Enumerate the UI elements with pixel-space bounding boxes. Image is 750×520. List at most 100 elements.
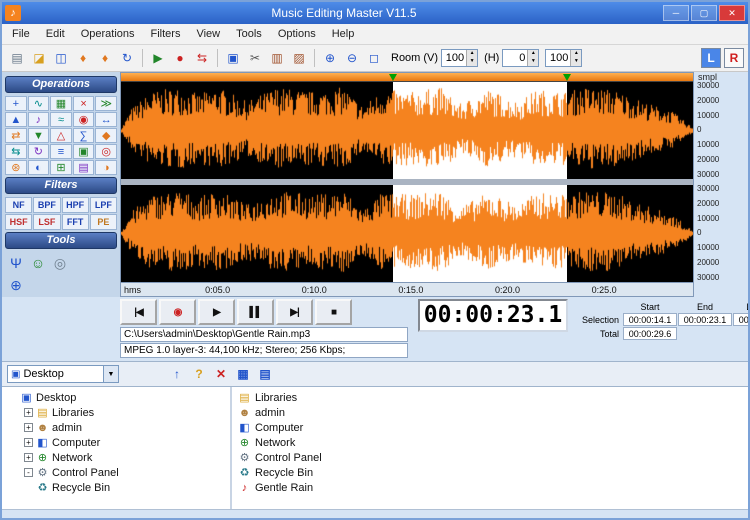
op-record-icon[interactable]: ◉ [73, 112, 95, 127]
op-angle-icon[interactable]: △ [50, 128, 72, 143]
filter-lsf-button[interactable]: LSF [33, 214, 60, 230]
tree-item-computer[interactable]: +◧Computer [2, 435, 230, 450]
op-swap-icon[interactable]: ↔ [95, 112, 117, 127]
zoom-in-icon[interactable]: ⊕ [319, 48, 341, 68]
tree-item-recycle-bin[interactable]: ♻Recycle Bin [2, 480, 230, 495]
left-channel-button[interactable]: L [701, 48, 721, 68]
tree-expand-box[interactable]: + [24, 423, 33, 432]
file-item-computer[interactable]: ◧Computer [238, 420, 748, 435]
op-drop-icon[interactable]: ▼ [28, 128, 50, 143]
op-move-icon[interactable]: + [5, 96, 27, 111]
tree-item-desktop[interactable]: ▣Desktop [2, 390, 230, 405]
menu-tools[interactable]: Tools [228, 25, 270, 43]
large-icons-view-button[interactable]: ▦ [233, 364, 253, 384]
op-delete-icon[interactable]: × [73, 96, 95, 111]
filter-hpf-button[interactable]: HPF [62, 197, 89, 213]
menu-view[interactable]: View [188, 25, 228, 43]
tools-header[interactable]: Tools [5, 232, 117, 249]
spinner-up-icon[interactable]: ▲ [571, 50, 581, 58]
filter-fft-button[interactable]: FFT [62, 214, 89, 230]
op-grid-icon[interactable]: ▦ [50, 96, 72, 111]
spinner-down-icon[interactable]: ▼ [571, 58, 581, 66]
op-contrast-icon[interactable]: ◑ [95, 160, 117, 175]
file-item-libraries[interactable]: ▤Libraries [238, 390, 748, 405]
op-shift-icon[interactable]: ⇆ [5, 144, 27, 159]
waveform-display[interactable] [121, 82, 693, 282]
op-note-icon[interactable]: ♪ [28, 112, 50, 127]
help-button[interactable]: ? [189, 364, 209, 384]
play-button[interactable]: ▶ [198, 299, 235, 325]
tree-item-libraries[interactable]: +▤Libraries [2, 405, 230, 420]
location-combo[interactable]: ▣ Desktop ▼ [7, 365, 119, 383]
zoom-out-icon[interactable]: ⊖ [341, 48, 363, 68]
cd-icon[interactable]: ◎ [51, 254, 69, 272]
room-h-spin-buttons[interactable]: ▲▼ [527, 50, 538, 66]
cut-icon[interactable]: ✂ [244, 48, 266, 68]
loop-icon[interactable]: ⇆ [191, 48, 213, 68]
file-item-admin[interactable]: ☻admin [238, 405, 748, 420]
spinner-up-icon[interactable]: ▲ [467, 50, 477, 58]
overview-bar[interactable] [121, 73, 693, 82]
file-item-gentle-rain[interactable]: ♪Gentle Rain [238, 480, 748, 495]
filter-lpf-button[interactable]: LPF [90, 197, 117, 213]
menu-options[interactable]: Options [270, 25, 324, 43]
op-rows-icon[interactable]: ▤ [73, 160, 95, 175]
marker-left-icon[interactable]: ♦ [72, 48, 94, 68]
tree-expand-box[interactable]: + [24, 453, 33, 462]
op-diamond-icon[interactable]: ◆ [95, 128, 117, 143]
filter-hsf-button[interactable]: HSF [5, 214, 32, 230]
microphone-icon[interactable]: Ψ [7, 254, 25, 272]
op-half-icon[interactable]: ◐ [28, 160, 50, 175]
op-plus-box-icon[interactable]: ⊞ [50, 160, 72, 175]
close-button[interactable]: ✕ [719, 5, 745, 21]
tree-expand-box[interactable]: - [24, 468, 33, 477]
room-v-spinner[interactable]: 100 ▲▼ [441, 49, 478, 67]
record-circle-icon[interactable]: ● [169, 48, 191, 68]
filter-bpf-button[interactable]: BPF [33, 197, 60, 213]
refresh-icon[interactable]: ↻ [116, 48, 138, 68]
file-item-control-panel[interactable]: ⚙Control Panel [238, 450, 748, 465]
play-circle-icon[interactable]: ▶ [147, 48, 169, 68]
tree-item-admin[interactable]: +☻admin [2, 420, 230, 435]
menu-file[interactable]: File [4, 25, 38, 43]
spinner-up-icon[interactable]: ▲ [528, 50, 538, 58]
op-exchange-icon[interactable]: ⇄ [5, 128, 27, 143]
op-select-icon[interactable]: ▣ [73, 144, 95, 159]
skip-start-button[interactable]: |◀ [120, 299, 157, 325]
preview-icon[interactable]: ◻ [363, 48, 385, 68]
operations-header[interactable]: Operations [5, 76, 117, 93]
file-item-network[interactable]: ⊕Network [238, 435, 748, 450]
menu-help[interactable]: Help [324, 25, 363, 43]
minimize-button[interactable]: ─ [663, 5, 689, 21]
zoom-spinner[interactable]: 100 ▲▼ [545, 49, 582, 67]
op-disc-icon[interactable]: ◎ [95, 144, 117, 159]
smiley-disc-icon[interactable]: ☺ [29, 254, 47, 272]
up-level-button[interactable]: ↑ [167, 364, 187, 384]
combo-dropdown-arrow-icon[interactable]: ▼ [103, 366, 118, 382]
room-h-spinner[interactable]: 0 ▲▼ [502, 49, 539, 67]
paste-icon[interactable]: ▥ [266, 48, 288, 68]
tree-item-network[interactable]: +⊕Network [2, 450, 230, 465]
op-rotate-icon[interactable]: ↻ [28, 144, 50, 159]
right-channel-button[interactable]: R [724, 48, 744, 68]
save-icon[interactable]: ◫ [50, 48, 72, 68]
op-wave-icon[interactable]: ∿ [28, 96, 50, 111]
menu-operations[interactable]: Operations [73, 25, 143, 43]
file-item-recycle-bin[interactable]: ♻Recycle Bin [238, 465, 748, 480]
time-ruler[interactable]: hms 0:05.00:10.00:15.00:20.00:25.0 [121, 282, 693, 296]
folder-open-icon[interactable]: ◪ [28, 48, 50, 68]
filter-pe-button[interactable]: PE [90, 214, 117, 230]
selection-start-marker-icon[interactable] [389, 74, 397, 81]
tree-item-control-panel[interactable]: -⚙Control Panel [2, 465, 230, 480]
file-new-icon[interactable]: ▤ [6, 48, 28, 68]
stop-button[interactable]: ■ [315, 299, 352, 325]
maximize-button[interactable]: ▢ [691, 5, 717, 21]
selection-end-marker-icon[interactable] [563, 74, 571, 81]
menu-filters[interactable]: Filters [143, 25, 189, 43]
tree-expand-box[interactable]: + [24, 408, 33, 417]
delete-button[interactable]: ✕ [211, 364, 231, 384]
record-button[interactable]: ◉ [159, 299, 196, 325]
op-peak-icon[interactable]: ▲ [5, 112, 27, 127]
zoom-spin-buttons[interactable]: ▲▼ [570, 50, 581, 66]
menu-edit[interactable]: Edit [38, 25, 73, 43]
